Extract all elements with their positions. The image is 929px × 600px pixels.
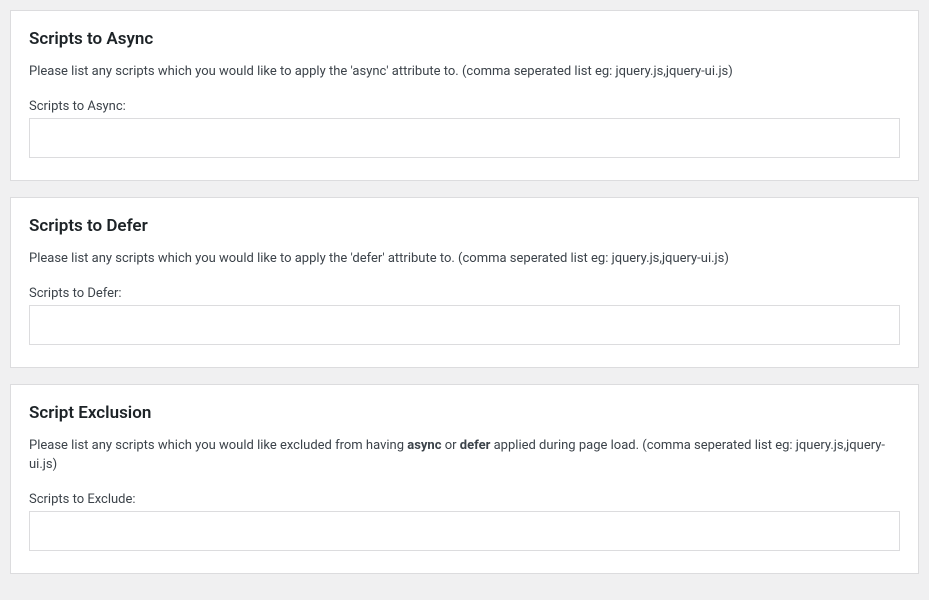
scripts-defer-title: Scripts to Defer: [29, 216, 900, 236]
scripts-exclude-input[interactable]: [29, 511, 900, 551]
scripts-defer-panel: Scripts to Defer Please list any scripts…: [10, 197, 919, 368]
exclusion-desc-async: async: [407, 438, 441, 453]
exclusion-desc-defer: defer: [460, 438, 491, 453]
exclusion-desc-pre: Please list any scripts which you would …: [29, 438, 407, 453]
script-exclusion-description: Please list any scripts which you would …: [29, 437, 900, 473]
scripts-exclude-label: Scripts to Exclude:: [29, 492, 900, 507]
script-exclusion-panel: Script Exclusion Please list any scripts…: [10, 384, 919, 573]
scripts-async-title: Scripts to Async: [29, 29, 900, 49]
scripts-defer-input[interactable]: [29, 305, 900, 345]
script-exclusion-title: Script Exclusion: [29, 403, 900, 423]
scripts-async-input[interactable]: [29, 118, 900, 158]
scripts-async-description: Please list any scripts which you would …: [29, 63, 900, 81]
scripts-async-panel: Scripts to Async Please list any scripts…: [10, 10, 919, 181]
scripts-defer-label: Scripts to Defer:: [29, 286, 900, 301]
scripts-async-label: Scripts to Async:: [29, 99, 900, 114]
scripts-defer-description: Please list any scripts which you would …: [29, 250, 900, 268]
exclusion-desc-mid: or: [441, 438, 459, 453]
